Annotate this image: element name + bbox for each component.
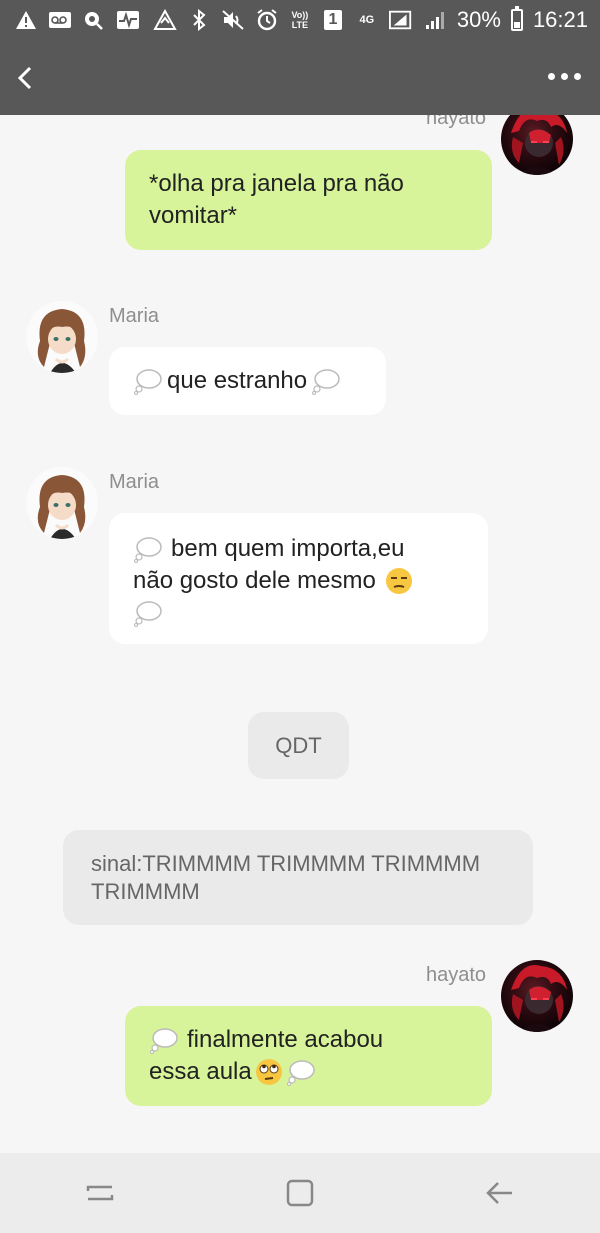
back-button[interactable] bbox=[10, 58, 42, 98]
chat-header bbox=[0, 40, 600, 115]
volte-icon: Vo)) LTE bbox=[291, 10, 309, 30]
system-indicators: Vo)) LTE 1 4G 30% 16:21 bbox=[153, 6, 588, 33]
more-horizontal-icon bbox=[547, 72, 555, 80]
thought-bubble-icon bbox=[134, 537, 162, 563]
sender-name: hayato bbox=[426, 115, 487, 129]
system-nav-bar bbox=[0, 1153, 600, 1233]
chevron-left-icon bbox=[17, 66, 32, 90]
system-text: sinal:TRIMMMM TRIMMMM TRIMMMM TRIMMMM bbox=[91, 851, 481, 904]
message-text: finalmente acabou bbox=[187, 1026, 384, 1053]
back-nav-button[interactable] bbox=[470, 1163, 530, 1223]
message-line: essa aula bbox=[149, 1056, 468, 1088]
home-icon bbox=[286, 1179, 314, 1207]
signal-icon bbox=[388, 9, 413, 31]
message-line bbox=[133, 597, 464, 629]
system-text: QDT bbox=[275, 732, 322, 758]
avatar[interactable] bbox=[26, 467, 98, 539]
message-line: não gosto dele mesmo bbox=[133, 565, 464, 597]
clock: 16:21 bbox=[532, 7, 588, 32]
recent-apps-icon bbox=[86, 1185, 114, 1201]
avatar[interactable] bbox=[26, 301, 98, 373]
thought-bubble-icon bbox=[134, 369, 162, 395]
network-type-icon: 4G bbox=[359, 14, 375, 26]
mute-icon bbox=[221, 9, 245, 31]
battery-icon bbox=[510, 6, 523, 31]
back-arrow-icon bbox=[486, 1182, 512, 1204]
message-bubble[interactable]: *olha pra janela pra não vomitar* bbox=[125, 150, 492, 250]
sender-name: Maria bbox=[109, 471, 160, 493]
eye-roll-face-icon bbox=[255, 1059, 282, 1085]
sender-name: Maria bbox=[109, 305, 160, 327]
system-message[interactable]: sinal:TRIMMMM TRIMMMM TRIMMMM TRIMMMM bbox=[63, 830, 533, 925]
sim-slot-label: 1 bbox=[323, 10, 342, 30]
message-text: que estranho bbox=[167, 367, 308, 394]
system-message[interactable]: QDT bbox=[248, 712, 349, 779]
message-bubble[interactable]: bem quem importa,eu não gosto dele mesmo bbox=[109, 513, 488, 644]
message-bubble[interactable]: que estranho bbox=[109, 347, 386, 415]
pulse-app-icon bbox=[116, 9, 140, 31]
message-line: bem quem importa,eu bbox=[133, 533, 464, 565]
thought-bubble-icon bbox=[312, 369, 340, 395]
thought-bubble-icon bbox=[150, 1028, 178, 1054]
message-line: finalmente acabou bbox=[149, 1024, 468, 1056]
more-dot bbox=[573, 72, 581, 80]
status-bar: Vo)) LTE 1 4G 30% 16:21 bbox=[0, 0, 600, 40]
more-dot bbox=[560, 72, 568, 80]
unamused-face-icon bbox=[385, 568, 412, 594]
bluetooth-icon bbox=[187, 9, 211, 31]
sim-icon: 1 bbox=[321, 9, 345, 31]
message-text: bem quem importa,eu bbox=[171, 535, 405, 562]
battery-percent: 30% bbox=[456, 7, 501, 32]
more-options-button[interactable] bbox=[544, 64, 584, 88]
chat-area[interactable]: hayato *olha pra janela pra não vomitar* bbox=[0, 115, 600, 1153]
thought-bubble-icon bbox=[286, 1060, 315, 1086]
home-button[interactable] bbox=[270, 1163, 330, 1223]
avatar[interactable] bbox=[501, 115, 573, 175]
message-bubble[interactable]: finalmente acabou essa aula bbox=[125, 1006, 492, 1106]
message-text: essa aula bbox=[149, 1058, 252, 1085]
message-text: *olha pra janela pra não vomitar* bbox=[149, 170, 404, 229]
search-activity-icon bbox=[82, 9, 106, 31]
notification-icons bbox=[14, 9, 140, 31]
thought-bubble-icon bbox=[134, 601, 162, 627]
recent-apps-button[interactable] bbox=[70, 1163, 130, 1223]
signal-2-icon bbox=[423, 9, 447, 31]
voicemail-icon bbox=[48, 9, 72, 31]
avatar[interactable] bbox=[501, 960, 573, 1032]
data-saver-icon bbox=[153, 9, 177, 31]
alarm-icon bbox=[255, 9, 279, 31]
message-text: não gosto dele mesmo bbox=[133, 567, 376, 594]
warning-icon bbox=[14, 9, 38, 31]
sender-name: hayato bbox=[426, 964, 487, 986]
